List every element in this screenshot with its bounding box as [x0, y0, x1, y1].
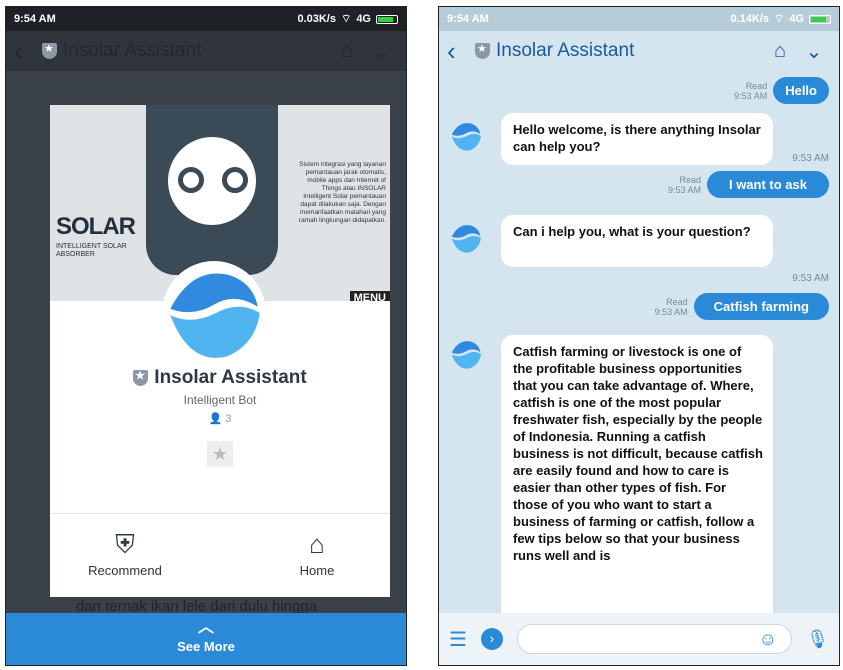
robot-eye-icon — [222, 167, 248, 193]
chevron-down-icon[interactable]: ⌄ — [797, 39, 831, 64]
bot-avatar-icon — [451, 225, 481, 253]
status-bar: 9:54 AM 0.03K/s ⌔ 4G — [6, 7, 406, 31]
see-more-label: See More — [177, 639, 235, 654]
app-bar: ‹ Insolar Assistant ⌂ ⌄ — [439, 31, 839, 71]
verified-shield-icon — [133, 369, 149, 386]
header-title: Insolar Assistant — [63, 40, 202, 61]
battery-icon — [376, 14, 398, 24]
wifi-icon: ⌔ — [773, 13, 785, 25]
chevron-down-icon[interactable]: ⌄ — [364, 39, 398, 64]
right-screenshot: 9:54 AM 0.14K/s ⌔ 4G ‹ Insolar Assistant… — [438, 6, 840, 666]
back-icon[interactable]: ‹ — [447, 36, 475, 67]
bot-message-bubble[interactable]: Hello welcome, is there anything Insolar… — [501, 113, 773, 165]
message-row: Read 9:53 AM Catfish farming — [655, 293, 829, 320]
left-screenshot: 9:54 AM 0.03K/s ⌔ 4G ‹ Insolar Assistant… — [5, 6, 407, 666]
recommend-label: Recommend — [88, 563, 162, 578]
app-bar: ‹ Insolar Assistant ⌂ ⌄ — [6, 31, 406, 71]
favorite-star-button[interactable]: ★ — [207, 441, 233, 467]
home-button[interactable]: ⌂ Home — [262, 529, 372, 578]
back-icon[interactable]: ‹ — [14, 36, 42, 67]
bot-name: Insolar Assistant — [154, 367, 307, 388]
message-row: Read 9:53 AM I want to ask — [668, 171, 829, 198]
user-message-bubble[interactable]: I want to ask — [706, 171, 829, 198]
battery-icon — [809, 14, 831, 24]
cover-logo-text: SOLAR — [56, 213, 136, 240]
cover-paragraph: Sistem integrasi yang layanan pemantauan… — [298, 161, 386, 224]
see-more-button[interactable]: ︿ See More — [6, 613, 406, 665]
signal-label: 4G — [789, 13, 804, 25]
home-icon[interactable]: ⌂ — [763, 40, 797, 63]
chevron-right-icon[interactable]: › — [480, 628, 503, 650]
recommend-icon: ⛨ — [115, 529, 135, 559]
menu-icon[interactable]: ☰ — [449, 627, 467, 652]
read-receipt: Read — [679, 174, 701, 185]
chevron-up-icon: ︿ — [197, 619, 214, 636]
microphone-icon[interactable]: 🎙 — [806, 629, 829, 650]
input-bar: ☰ › ☺ 🎙 — [439, 613, 839, 665]
bot-avatar-icon — [451, 123, 481, 151]
home-icon[interactable]: ⌂ — [330, 40, 364, 63]
divider — [50, 513, 390, 514]
person-icon: 👤 — [208, 413, 223, 425]
robot-eye-icon — [178, 167, 204, 193]
smiley-icon[interactable]: ☺ — [759, 629, 777, 650]
home-icon: ⌂ — [309, 529, 325, 559]
message-row: Read 9:53 AM Hello — [734, 77, 829, 104]
verified-shield-icon — [475, 42, 490, 59]
bot-type: Intelligent Bot — [183, 393, 257, 407]
recommend-button[interactable]: ⛨ Recommend — [70, 529, 180, 578]
cover-logo-subtitle: INTELLIGENT SOLAR ABSORBER — [56, 243, 127, 258]
verified-shield-icon — [42, 42, 57, 59]
follower-count: 3 — [225, 413, 232, 425]
message-time: 9:53 AM — [654, 306, 688, 317]
status-bar: 9:54 AM 0.14K/s ⌔ 4G — [439, 7, 839, 31]
message-time: 9:53 AM — [667, 184, 701, 195]
robot-illustration — [146, 105, 278, 275]
chat-area[interactable]: Read 9:53 AM Hello Hello welcome, is the… — [439, 71, 839, 635]
read-receipt: Read — [666, 296, 688, 307]
bot-message-bubble[interactable]: Can i help you, what is your question? — [501, 215, 773, 267]
network-speed: 0.03K/s — [297, 13, 336, 25]
message-time: 9:53 AM — [792, 153, 829, 164]
message-input[interactable] — [516, 624, 793, 654]
status-time: 9:54 AM — [14, 13, 56, 25]
message-time: 9:53 AM — [734, 90, 768, 101]
cover-menu-tag: MENU — [349, 291, 390, 301]
bot-profile-modal: SOLAR INTELLIGENT SOLAR ABSORBER Sistem … — [50, 105, 390, 597]
network-speed: 0.14K/s — [730, 13, 769, 25]
status-time: 9:54 AM — [447, 13, 489, 25]
bot-avatar-icon — [162, 261, 266, 365]
header-title: Insolar Assistant — [496, 40, 635, 61]
signal-label: 4G — [356, 13, 371, 25]
home-label: Home — [299, 563, 335, 578]
read-receipt: Read — [745, 80, 768, 91]
wifi-icon: ⌔ — [340, 13, 352, 25]
user-message-bubble[interactable]: Catfish farming — [693, 293, 829, 320]
bot-message-bubble[interactable]: Catfish farming or livestock is one of t… — [501, 335, 773, 635]
user-message-bubble[interactable]: Hello — [773, 77, 829, 104]
message-time: 9:53 AM — [792, 273, 829, 284]
bot-avatar-icon — [451, 341, 481, 369]
